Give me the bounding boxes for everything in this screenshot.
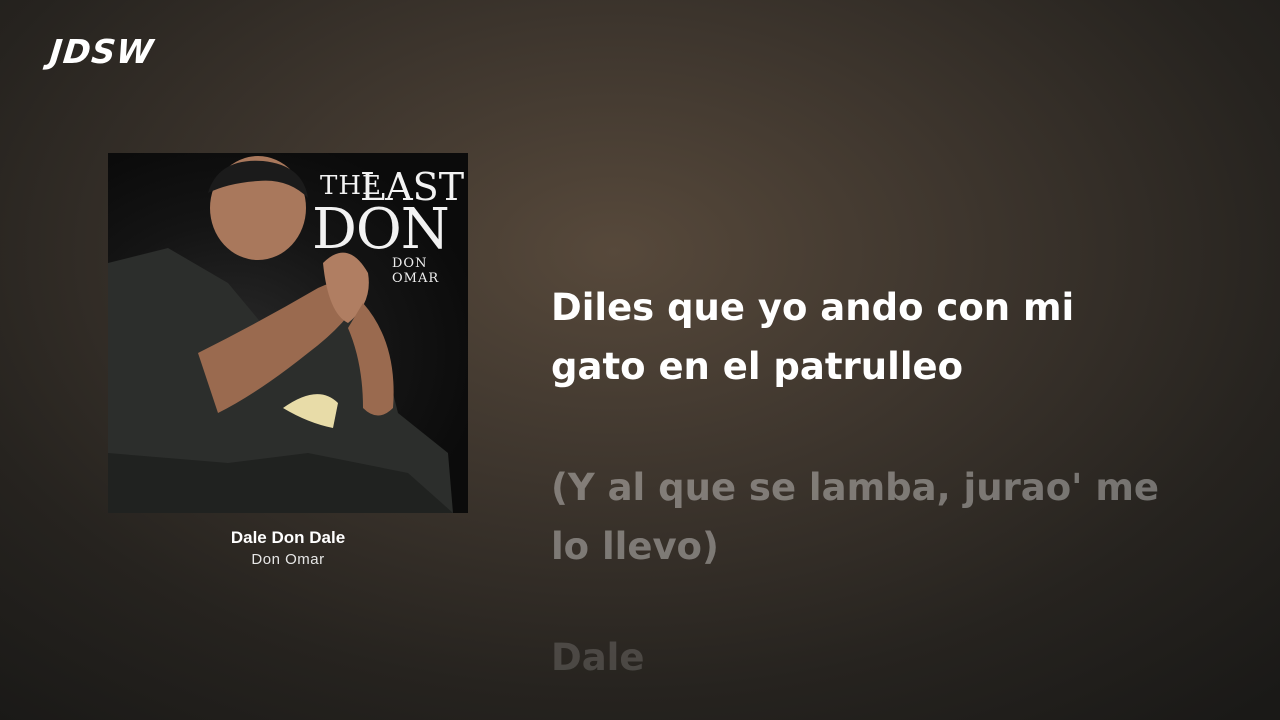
lyric-line-upcoming: Dale	[551, 636, 645, 679]
track-artist: Don Omar	[251, 551, 325, 568]
track-title: Dale Don Dale	[230, 528, 346, 547]
album-cover-art: THE LAST DON DON OMAR	[108, 153, 468, 513]
cover-title-don: DON	[312, 197, 450, 262]
lyric-line-next: (Y al que se lamba, jurao' me lo llevo)	[551, 466, 1160, 568]
lyrics-panel: Diles que yo ando con mi gato en el patr…	[551, 278, 1211, 687]
lyric-line-current: Diles que yo ando con mi gato en el patr…	[551, 286, 1075, 388]
cover-artist-name: DON OMAR	[392, 256, 440, 286]
channel-logo: JDSW	[47, 32, 156, 71]
